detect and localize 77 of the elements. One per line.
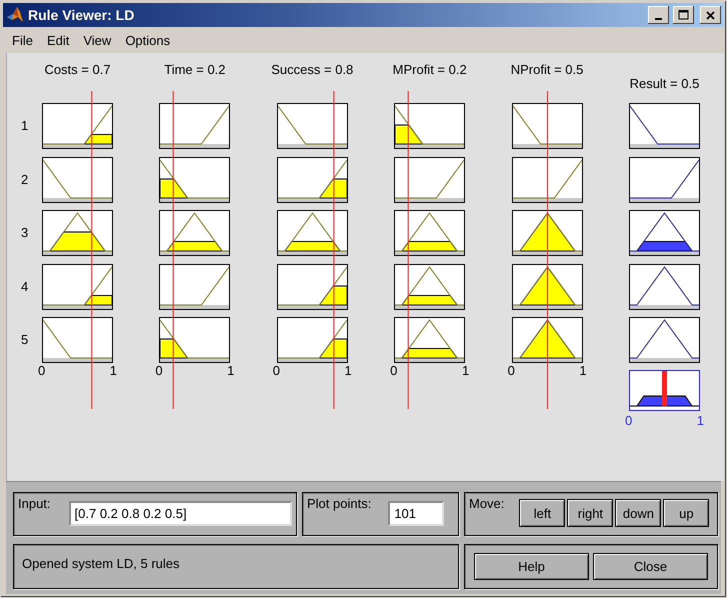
minimize-icon [655, 18, 662, 20]
membership-plot [276, 264, 348, 310]
move-button[interactable]: down [615, 499, 662, 527]
membership-plot [276, 210, 348, 256]
membership-plot [159, 317, 230, 363]
axis-label: 0 [38, 363, 46, 379]
minimize-button[interactable] [648, 6, 669, 24]
membership-plot [628, 103, 700, 149]
membership-plot [512, 156, 583, 202]
rule-number: 5 [21, 331, 30, 349]
menu-item[interactable]: File [5, 32, 40, 48]
variable-label: Time = 0.2 [164, 62, 226, 78]
membership-plot [628, 264, 700, 310]
variable-label: MProfit = 0.2 [392, 62, 467, 78]
plot-points-field[interactable]: 101 [388, 501, 444, 526]
membership-plot [159, 210, 230, 256]
rule-number: 4 [21, 278, 30, 296]
axis-label: 1 [696, 413, 704, 429]
axis-label: 0 [390, 363, 398, 379]
membership-plot [42, 210, 113, 256]
membership-plot [512, 264, 583, 310]
move-label: Move: [469, 496, 504, 511]
membership-plot [276, 156, 348, 202]
app-logo-icon [6, 6, 24, 24]
window-title: Rule Viewer: LD [28, 7, 136, 23]
menu-item[interactable]: Edit [40, 32, 76, 48]
move-button[interactable]: right [567, 499, 614, 527]
membership-plot [628, 156, 700, 202]
dialog-button[interactable]: Close [593, 553, 708, 580]
membership-plot [394, 210, 466, 256]
membership-plot [42, 317, 113, 363]
rule-number: 3 [21, 224, 30, 242]
variable-label: NProfit = 0.5 [510, 62, 584, 78]
maximize-icon [678, 10, 689, 20]
membership-plot [159, 103, 230, 149]
membership-plot [512, 103, 583, 149]
input-label: Input: [18, 496, 51, 511]
membership-plot [159, 264, 230, 310]
membership-plot [42, 156, 113, 202]
axis-label: 0 [155, 363, 163, 379]
membership-plot [628, 317, 700, 363]
menu-item[interactable]: View [76, 32, 118, 48]
rule-number: 1 [21, 117, 30, 135]
axis-label: 0 [508, 363, 515, 379]
membership-plot [394, 103, 466, 149]
move-button[interactable]: up [663, 499, 710, 527]
membership-plot [512, 210, 583, 256]
membership-plot [394, 264, 466, 310]
membership-plot [628, 210, 700, 256]
membership-plot [512, 317, 583, 363]
membership-plot [276, 317, 348, 363]
membership-plot [394, 156, 466, 202]
variable-label: Result = 0.5 [630, 76, 700, 92]
input-field[interactable]: [0.7 0.2 0.8 0.2 0.5] [68, 501, 292, 526]
axis-label: 1 [227, 363, 234, 379]
status-text: Opened system LD, 5 rules [22, 556, 180, 571]
membership-plot [276, 103, 348, 149]
dialog-button[interactable]: Help [474, 553, 589, 580]
move-button[interactable]: left [519, 499, 566, 527]
membership-plot [394, 317, 466, 363]
axis-label: 0 [272, 363, 280, 379]
axis-label: 1 [110, 363, 117, 379]
axis-label: 1 [344, 363, 352, 379]
membership-plot [42, 103, 113, 149]
menu-item[interactable]: Options [118, 32, 178, 48]
plot-points-label: Plot points: [307, 496, 372, 511]
rule-number: 2 [21, 170, 30, 188]
membership-plot [159, 156, 230, 202]
axis-label: 1 [462, 363, 470, 379]
membership-plot [42, 264, 113, 310]
close-button[interactable] [700, 6, 721, 24]
variable-label: Success = 0.8 [271, 62, 354, 78]
variable-label: Costs = 0.7 [44, 62, 111, 78]
maximize-button[interactable] [673, 6, 694, 24]
axis-label: 1 [579, 363, 587, 379]
close-icon [706, 10, 716, 20]
axis-label: 0 [624, 413, 632, 429]
